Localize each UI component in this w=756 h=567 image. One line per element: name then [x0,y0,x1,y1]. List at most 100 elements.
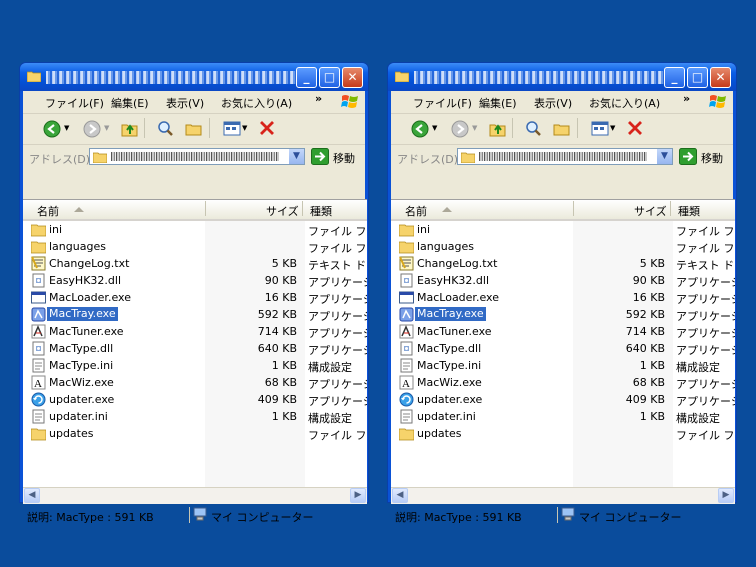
maximize-button[interactable]: □ [687,67,708,88]
file-row[interactable]: MacTuner.exe 714 KB アプリケーショ [23,323,367,340]
delete-icon[interactable] [627,120,643,136]
file-row[interactable]: ini ファイル フォル [391,221,735,238]
column-separator[interactable] [670,201,671,216]
folders-icon[interactable] [553,120,570,137]
forward-icon[interactable] [451,120,469,138]
file-size: 592 KB [625,308,665,321]
views-dropdown-icon[interactable]: ▼ [242,124,247,132]
explorer-window-right[interactable]: _ □ ✕ ファイル(F) 編集(E) 表示(V) お気に入り(A) » ▼ ▼ [387,62,737,524]
file-row[interactable]: ini ファイル フォル [23,221,367,238]
file-row[interactable]: languages ファイル フォル [23,238,367,255]
updater-icon [31,392,46,407]
file-row[interactable]: MacTray.exe 592 KB アプリケーショ [391,306,735,323]
menu-file[interactable]: ファイル(F) [413,95,472,111]
column-name[interactable]: 名前 [405,203,427,219]
file-size: 5 KB [271,257,297,270]
scroll-left-button[interactable]: ◀ [24,488,40,503]
file-row[interactable]: A MacWiz.exe 68 KB アプリケーショ [23,374,367,391]
menu-edit[interactable]: 編集(E) [479,95,517,111]
column-separator[interactable] [205,201,206,216]
menu-favorites[interactable]: お気に入り(A) [221,95,292,111]
file-row[interactable]: updates ファイル フォル [391,425,735,442]
search-icon[interactable] [157,120,174,137]
file-row[interactable]: updater.exe 409 KB アプリケーショ [23,391,367,408]
horizontal-scrollbar[interactable]: ◀ ▶ [391,487,735,504]
column-type[interactable]: 種類 [678,203,700,219]
folder-icon [399,241,414,254]
back-dropdown-icon[interactable]: ▼ [64,124,69,132]
menu-overflow-button[interactable]: » [683,92,690,105]
file-row[interactable]: updater.ini 1 KB 構成設定 [23,408,367,425]
scroll-left-button[interactable]: ◀ [392,488,408,503]
scroll-right-button[interactable]: ▶ [718,488,734,503]
go-arrow-icon[interactable] [679,148,697,165]
title-bar[interactable]: _ □ ✕ [388,63,736,91]
back-icon[interactable] [411,120,429,138]
column-type[interactable]: 種類 [310,203,332,219]
file-row[interactable]: MacTray.exe 592 KB アプリケーショ [23,306,367,323]
go-button-label[interactable]: 移動 [701,150,723,166]
close-button[interactable]: ✕ [710,67,731,88]
menu-view[interactable]: 表示(V) [166,95,204,111]
file-row[interactable]: MacType.ini 1 KB 構成設定 [23,357,367,374]
file-row[interactable]: MacLoader.exe 16 KB アプリケーショ [23,289,367,306]
file-list[interactable]: 名前 サイズ 種類 iniファイル フォルlanguagesファイル フォルCh… [23,199,367,491]
forward-icon[interactable] [83,120,101,138]
explorer-window-left[interactable]: _ □ ✕ ファイル(F) 編集(E) 表示(V) お気に入り(A) » ▼ ▼ [19,62,369,524]
menu-edit[interactable]: 編集(E) [111,95,149,111]
file-row[interactable]: EasyHK32.dll 90 KB アプリケーショ [391,272,735,289]
menu-view[interactable]: 表示(V) [534,95,572,111]
views-icon[interactable] [223,120,241,137]
go-button-label[interactable]: 移動 [333,150,355,166]
column-name[interactable]: 名前 [37,203,59,219]
maximize-button[interactable]: □ [319,67,340,88]
back-dropdown-icon[interactable]: ▼ [432,124,437,132]
file-row[interactable]: A MacWiz.exe 68 KB アプリケーショ [391,374,735,391]
up-folder-icon[interactable] [489,120,506,137]
column-size[interactable]: サイズ [634,203,667,219]
scroll-right-button[interactable]: ▶ [350,488,366,503]
file-row[interactable]: ChangeLog.txt 5 KB テキスト ドキ [391,255,735,272]
close-button[interactable]: ✕ [342,67,363,88]
file-size: 640 KB [257,342,297,355]
chevron-down-icon[interactable]: ▼ [657,149,672,164]
file-type: アプリケーショ [676,310,735,323]
back-icon[interactable] [43,120,61,138]
address-input[interactable]: ▼ [457,148,673,165]
horizontal-scrollbar[interactable]: ◀ ▶ [23,487,367,504]
file-list[interactable]: 名前 サイズ 種類 iniファイル フォルlanguagesファイル フォルCh… [391,199,735,491]
title-bar[interactable]: _ □ ✕ [20,63,368,91]
file-row[interactable]: ChangeLog.txt 5 KB テキスト ドキ [23,255,367,272]
minimize-button[interactable]: _ [296,67,317,88]
file-type: アプリケーショ [308,344,367,357]
menu-overflow-button[interactable]: » [315,92,322,105]
file-row[interactable]: EasyHK32.dll 90 KB アプリケーショ [23,272,367,289]
file-row[interactable]: MacType.dll 640 KB アプリケーショ [391,340,735,357]
status-location: マイ コンピューター [211,511,314,524]
column-separator[interactable] [573,201,574,216]
column-size[interactable]: サイズ [266,203,299,219]
file-row[interactable]: MacLoader.exe 16 KB アプリケーショ [391,289,735,306]
minimize-button[interactable]: _ [664,67,685,88]
folders-icon[interactable] [185,120,202,137]
go-arrow-icon[interactable] [311,148,329,165]
file-row[interactable]: languages ファイル フォル [391,238,735,255]
views-dropdown-icon[interactable]: ▼ [610,124,615,132]
delete-icon[interactable] [259,120,275,136]
up-folder-icon[interactable] [121,120,138,137]
file-row[interactable]: MacType.dll 640 KB アプリケーショ [23,340,367,357]
menu-file[interactable]: ファイル(F) [45,95,104,111]
file-row[interactable]: updates ファイル フォル [23,425,367,442]
menu-favorites[interactable]: お気に入り(A) [589,95,660,111]
file-row[interactable]: updater.ini 1 KB 構成設定 [391,408,735,425]
address-input[interactable]: ▼ [89,148,305,165]
file-row[interactable]: MacTuner.exe 714 KB アプリケーショ [391,323,735,340]
forward-dropdown-icon[interactable]: ▼ [104,124,109,132]
forward-dropdown-icon[interactable]: ▼ [472,124,477,132]
chevron-down-icon[interactable]: ▼ [289,149,304,164]
search-icon[interactable] [525,120,542,137]
views-icon[interactable] [591,120,609,137]
column-separator[interactable] [302,201,303,216]
file-row[interactable]: updater.exe 409 KB アプリケーショ [391,391,735,408]
file-row[interactable]: MacType.ini 1 KB 構成設定 [391,357,735,374]
